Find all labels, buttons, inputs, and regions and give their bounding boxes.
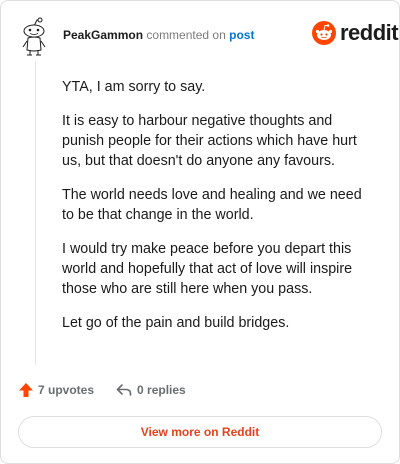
comment-paragraph: The world needs love and healing and we … (62, 187, 362, 223)
reply-arrow-icon[interactable] (116, 382, 132, 398)
comment-paragraph: YTA, I am sorry to say. (62, 79, 206, 95)
post-link[interactable]: post (229, 28, 254, 42)
username-link[interactable]: PeakGammon (63, 28, 143, 42)
comment-header: PeakGammon commented on post (63, 28, 254, 42)
comment-paragraph: It is easy to harbour negative thoughts … (62, 113, 357, 169)
thread-line (35, 61, 36, 365)
commented-on-text: commented on (146, 28, 226, 42)
view-more-button[interactable]: View more on Reddit (18, 416, 382, 448)
comment-paragraph: I would try make peace before you depart… (62, 241, 353, 297)
reply-count: 0 replies (137, 383, 186, 397)
reddit-alien-icon (312, 21, 336, 45)
user-avatar[interactable] (20, 17, 48, 57)
upvote-count: 7 upvotes (38, 383, 95, 397)
reddit-logo[interactable]: reddit (312, 20, 399, 45)
comment-footer: 7 upvotes 0 replies (18, 382, 186, 398)
comment-body: YTA, I am sorry to say. It is easy to ha… (62, 77, 374, 347)
reddit-wordmark: reddit (340, 20, 399, 45)
embedded-comment-card: PeakGammon commented on post reddit YTA,… (0, 0, 400, 464)
comment-paragraph: Let go of the pain and build bridges. (62, 315, 290, 331)
snoo-avatar-icon (22, 17, 46, 56)
upvote-arrow-icon[interactable] (18, 382, 34, 398)
